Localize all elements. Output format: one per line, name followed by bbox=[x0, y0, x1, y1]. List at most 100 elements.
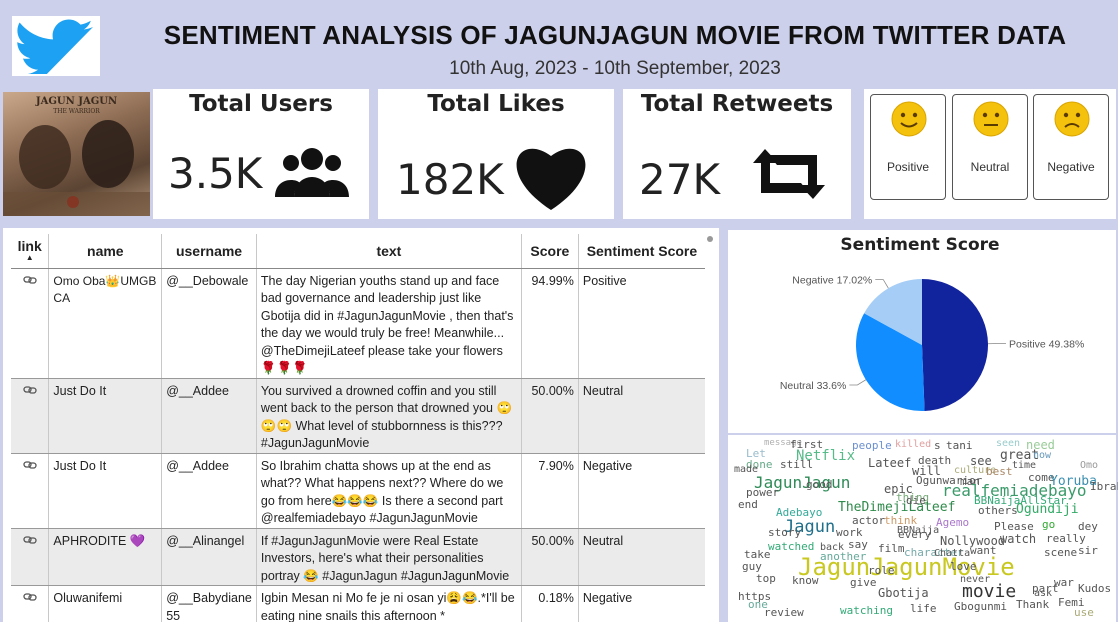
score-cell: 0.18% bbox=[521, 585, 579, 622]
username-cell: @__Babydiane 55 bbox=[161, 585, 257, 622]
text-cell: The day Nigerian youths stand up and fac… bbox=[256, 268, 522, 379]
word-cloud: message first people killed s tani seen need Let… bbox=[728, 435, 1118, 622]
word-cloud-word: die bbox=[906, 494, 926, 507]
name-cell: Oluwanifemi bbox=[48, 585, 163, 622]
sentiment-cell: Neutral bbox=[578, 528, 705, 586]
link-icon[interactable] bbox=[23, 385, 37, 395]
smile-emoji-icon bbox=[891, 101, 927, 137]
word-cloud-word: made bbox=[734, 464, 759, 475]
table-scrollbar[interactable] bbox=[707, 236, 713, 242]
sentiment-cell: Negative bbox=[578, 453, 705, 529]
link-cell[interactable] bbox=[11, 268, 50, 379]
sort-ascending-icon: ▲ bbox=[25, 253, 34, 263]
filter-positive-label: Positive bbox=[886, 160, 930, 174]
word-cloud-word: take bbox=[744, 548, 771, 561]
word-cloud-word: role bbox=[868, 564, 895, 577]
name-cell: Just Do It bbox=[48, 378, 163, 454]
word-cloud-word: Lateef bbox=[868, 456, 912, 470]
word-cloud-word: review bbox=[764, 606, 804, 619]
username-cell: @__Alinangel bbox=[161, 528, 257, 586]
kpi-users-value: 3.5K bbox=[168, 149, 263, 198]
word-cloud-word: work bbox=[836, 526, 863, 539]
col-header-text[interactable]: text bbox=[256, 234, 522, 269]
col-header-name[interactable]: name bbox=[48, 234, 163, 269]
word-cloud-word: watched bbox=[768, 540, 815, 553]
word-cloud-word: scene bbox=[1044, 546, 1078, 559]
filter-positive-button[interactable]: Positive bbox=[870, 94, 946, 200]
table-row[interactable]: Just Do It @__Addee You survived a drowned… bbox=[11, 378, 705, 454]
word-cloud-word: movie bbox=[962, 581, 1017, 602]
kpi-total-retweets: Total Retweets 27K bbox=[623, 89, 851, 219]
link-cell[interactable] bbox=[11, 528, 50, 586]
text-cell: So Ibrahim chatta shows up at the end as… bbox=[256, 453, 522, 529]
word-cloud-word: go bbox=[1042, 518, 1056, 531]
word-cloud-word: love bbox=[950, 560, 977, 573]
date-range: 10th Aug, 2023 - 10th September, 2023 bbox=[449, 58, 781, 79]
filter-neutral-label: Neutral bbox=[970, 160, 1010, 174]
word-cloud-word: know bbox=[792, 574, 819, 587]
kpi-total-likes: Total Likes 182K bbox=[378, 89, 614, 219]
sentiment-cell: Positive bbox=[578, 268, 705, 379]
col-header-link[interactable]: link ▲ bbox=[11, 234, 50, 269]
link-icon[interactable] bbox=[23, 460, 37, 470]
table-row[interactable]: Oluwanifemi @__Babydiane 55 Igbin Mesan ni… bbox=[11, 585, 705, 622]
col-header-username[interactable]: username bbox=[161, 234, 257, 269]
movie-poster: JAGUN JAGUN THE WARRIOR bbox=[3, 92, 150, 216]
sentiment-cell: Negative bbox=[578, 585, 705, 622]
link-cell[interactable] bbox=[11, 378, 50, 454]
name-cell: Just Do It bbox=[48, 453, 163, 529]
pie-label-neutral: Neutral 33.6% bbox=[780, 380, 847, 392]
pie-leader-line-neutral bbox=[849, 379, 867, 386]
link-icon[interactable] bbox=[23, 275, 37, 285]
word-cloud-word: end bbox=[738, 498, 758, 511]
neutral-emoji-icon bbox=[973, 101, 1009, 137]
word-cloud-word: guy bbox=[742, 560, 762, 573]
page-title: SENTIMENT ANALYSIS OF JAGUNJAGUN MOVIE F… bbox=[163, 20, 1067, 50]
link-icon[interactable] bbox=[23, 592, 37, 602]
username-cell: @__Debowale bbox=[161, 268, 257, 379]
table-row[interactable]: Omo Oba👑UMGB CA @__Debowale The day Nigeri… bbox=[11, 268, 705, 379]
pie-label-positive: Positive 49.38% bbox=[1009, 339, 1084, 351]
sentiment-pie-panel: Sentiment Score Positive 49.38% Neutral 3… bbox=[728, 230, 1116, 433]
word-cloud-word: Gbogunmi bbox=[954, 600, 1007, 613]
score-cell: 94.99% bbox=[521, 268, 579, 379]
word-cloud-word: story bbox=[768, 526, 802, 539]
text-cell: If #JagunJagunMovie were Real Estate Inv… bbox=[256, 528, 522, 586]
word-cloud-word: killed bbox=[895, 439, 932, 450]
filter-negative-button[interactable]: Negative bbox=[1033, 94, 1109, 200]
link-icon[interactable] bbox=[23, 535, 37, 545]
tweets-table-panel: link ▲ name username text Score Sentiment… bbox=[3, 228, 719, 622]
sentiment-pie-chart: Sentiment Score Positive 49.38% Neutral 3… bbox=[780, 235, 1084, 411]
word-cloud-word: time bbox=[1012, 460, 1037, 471]
name-cell: APHRODITE 💜 bbox=[48, 528, 163, 586]
word-cloud-word: Ibrahim bbox=[1090, 480, 1118, 493]
word-cloud-word: Kudos bbox=[1078, 582, 1112, 595]
word-cloud-word: one bbox=[748, 598, 768, 611]
pie-label-negative: Negative 17.02% bbox=[792, 275, 872, 287]
tweets-table: link ▲ name username text Score Sentiment… bbox=[11, 234, 705, 622]
col-header-score[interactable]: Score bbox=[521, 234, 579, 269]
link-cell[interactable] bbox=[11, 585, 50, 622]
score-cell: 7.90% bbox=[521, 453, 579, 529]
word-cloud-word: sir bbox=[1078, 544, 1098, 557]
table-row[interactable]: APHRODITE 💜 @__Alinangel If #JagunJagunMov… bbox=[11, 528, 705, 586]
sentiment-cell: Neutral bbox=[578, 378, 705, 454]
word-cloud-word: give bbox=[850, 576, 877, 589]
word-cloud-word: Please bbox=[994, 520, 1034, 533]
word-cloud-word: say bbox=[848, 538, 868, 551]
table-row[interactable]: Just Do It @__Addee So Ibrahim chatta show… bbox=[11, 453, 705, 529]
filter-neutral-button[interactable]: Neutral bbox=[952, 94, 1028, 200]
filter-negative-label: Negative bbox=[1047, 160, 1095, 174]
kpi-retweets-value: 27K bbox=[639, 155, 720, 204]
chart-title: Sentiment Score bbox=[840, 235, 999, 255]
word-cloud-word: never bbox=[960, 574, 991, 585]
twitter-logo bbox=[12, 16, 100, 76]
col-header-sentiment-score[interactable]: Sentiment Score bbox=[578, 234, 705, 269]
word-cloud-word: Adebayo bbox=[776, 506, 823, 519]
link-cell[interactable] bbox=[11, 453, 50, 529]
pie-slice-positive[interactable] bbox=[922, 279, 989, 411]
word-cloud-word: life bbox=[910, 602, 937, 615]
word-cloud-word: really bbox=[1046, 532, 1086, 545]
word-cloud-word: still bbox=[780, 458, 814, 471]
word-cloud-word: Ogundiji bbox=[1016, 502, 1079, 517]
